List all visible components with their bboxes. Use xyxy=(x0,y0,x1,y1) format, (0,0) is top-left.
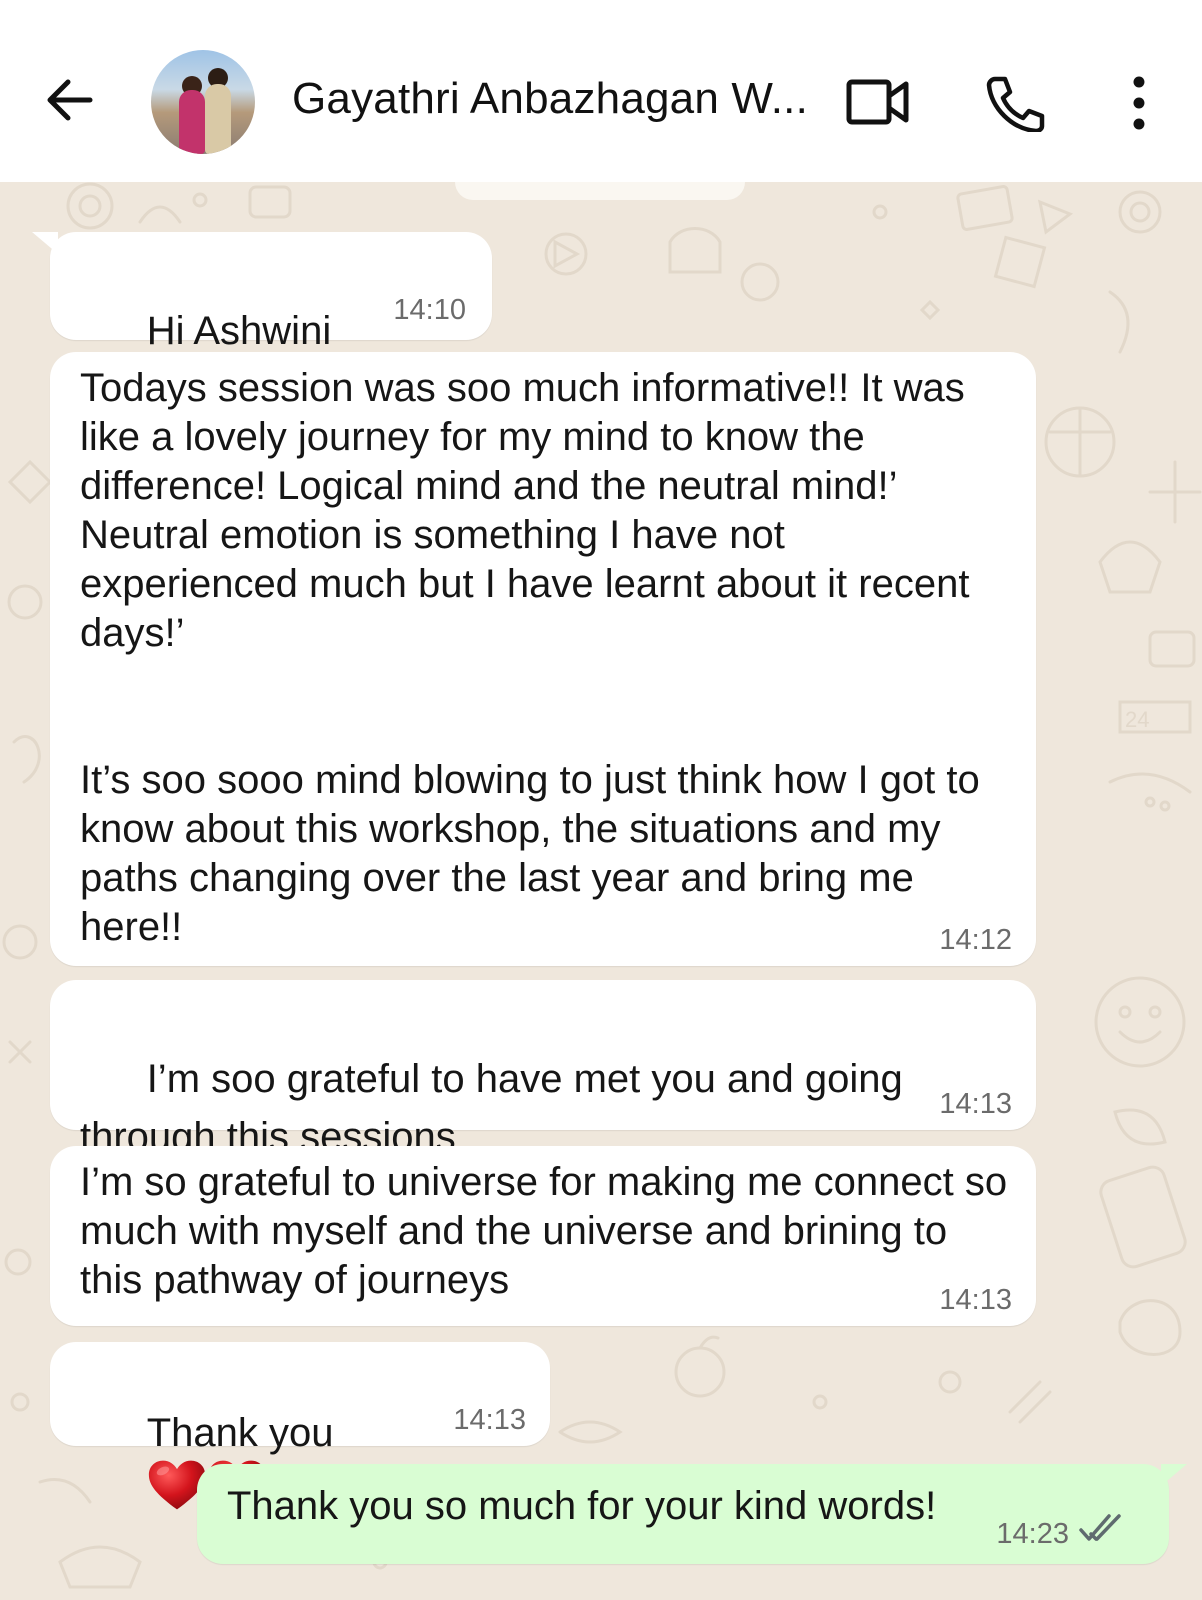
message-time: 14:10 xyxy=(393,294,466,326)
message-bubble-incoming[interactable]: I’m so grateful to universe for making m… xyxy=(50,1146,1036,1326)
message-time: 14:12 xyxy=(939,924,1012,956)
message-text: I’m so grateful to universe for making m… xyxy=(80,1160,1019,1302)
message-text: Hi Ashwini xyxy=(146,309,332,353)
contact-name[interactable]: Gayathri Anbazhagan W... xyxy=(292,74,812,124)
message-bubble-incoming[interactable]: Thank you 14:13 xyxy=(50,1342,550,1446)
avatar[interactable] xyxy=(151,50,255,154)
message-time: 14:13 xyxy=(939,1284,1012,1316)
message-text: Thank you xyxy=(146,1411,334,1455)
message-time: 14:13 xyxy=(453,1404,526,1436)
voice-call-icon[interactable] xyxy=(985,74,1047,132)
message-time: 14:13 xyxy=(939,1088,1012,1120)
message-bubble-incoming[interactable]: Hi Ashwini 14:10 xyxy=(32,232,492,340)
date-chip xyxy=(455,182,745,200)
chat-area[interactable]: 24 Hi Ashwini 14:10 Todays session was s… xyxy=(0,182,1202,1600)
message-bubble-incoming[interactable]: I’m soo grateful to have met you and goi… xyxy=(50,980,1036,1130)
read-double-tick-icon xyxy=(1079,1514,1121,1541)
video-call-icon[interactable] xyxy=(846,74,910,130)
message-time: 14:23 xyxy=(996,1518,1069,1550)
message-bubble-outgoing[interactable]: Thank you so much for your kind words! 1… xyxy=(197,1464,1187,1564)
message-text: I’m soo grateful to have met you and goi… xyxy=(80,1057,914,1159)
message-text: Todays session was soo much informative!… xyxy=(80,366,980,949)
svg-text:24: 24 xyxy=(1125,707,1149,732)
back-arrow-icon[interactable] xyxy=(40,70,100,130)
message-bubble-incoming[interactable]: Todays session was soo much informative!… xyxy=(50,352,1036,966)
chat-header: Gayathri Anbazhagan W... xyxy=(0,0,1202,182)
more-options-icon[interactable] xyxy=(1124,74,1154,132)
